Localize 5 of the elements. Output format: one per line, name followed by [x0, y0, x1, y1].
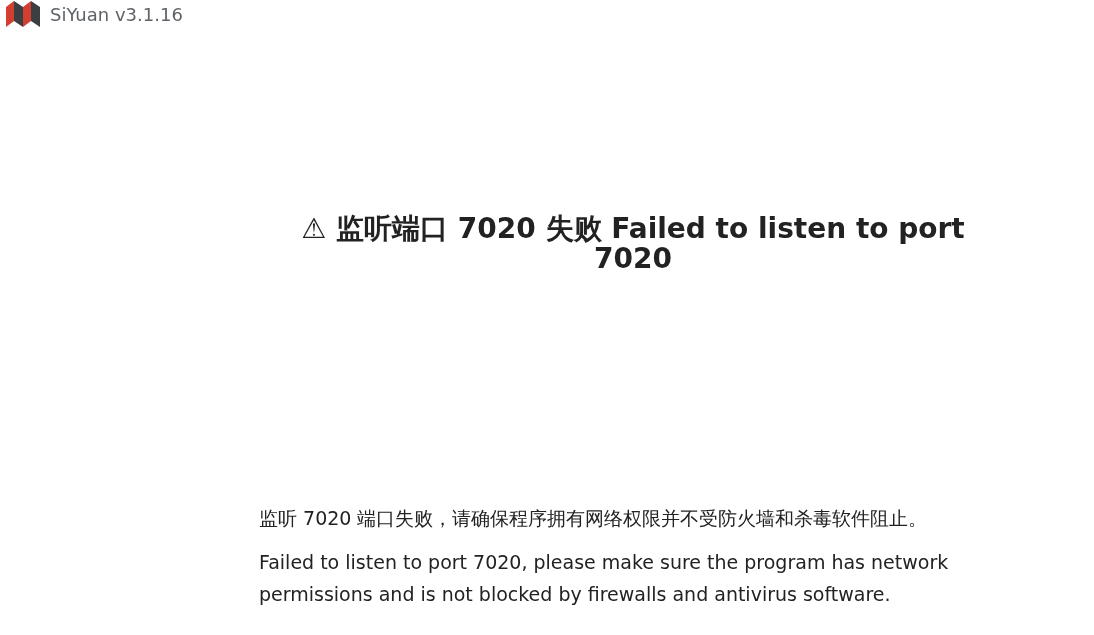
logo-icon: [6, 1, 40, 27]
window-title: SiYuan v3.1.16: [50, 3, 183, 25]
error-message: Failed to listen to port 7020, please make sure the program has network permissions and is not blocked by firewalls and antivirus software.: [259, 550, 950, 607]
error-heading: ⚠ 监听端口 7020 失败 Failed to listen to port 7020: [300, 214, 966, 274]
error-message: 监听 7020 端口失败，请确保程序拥有网络权限并不受防火墙和杀毒软件阻止。: [259, 506, 929, 531]
